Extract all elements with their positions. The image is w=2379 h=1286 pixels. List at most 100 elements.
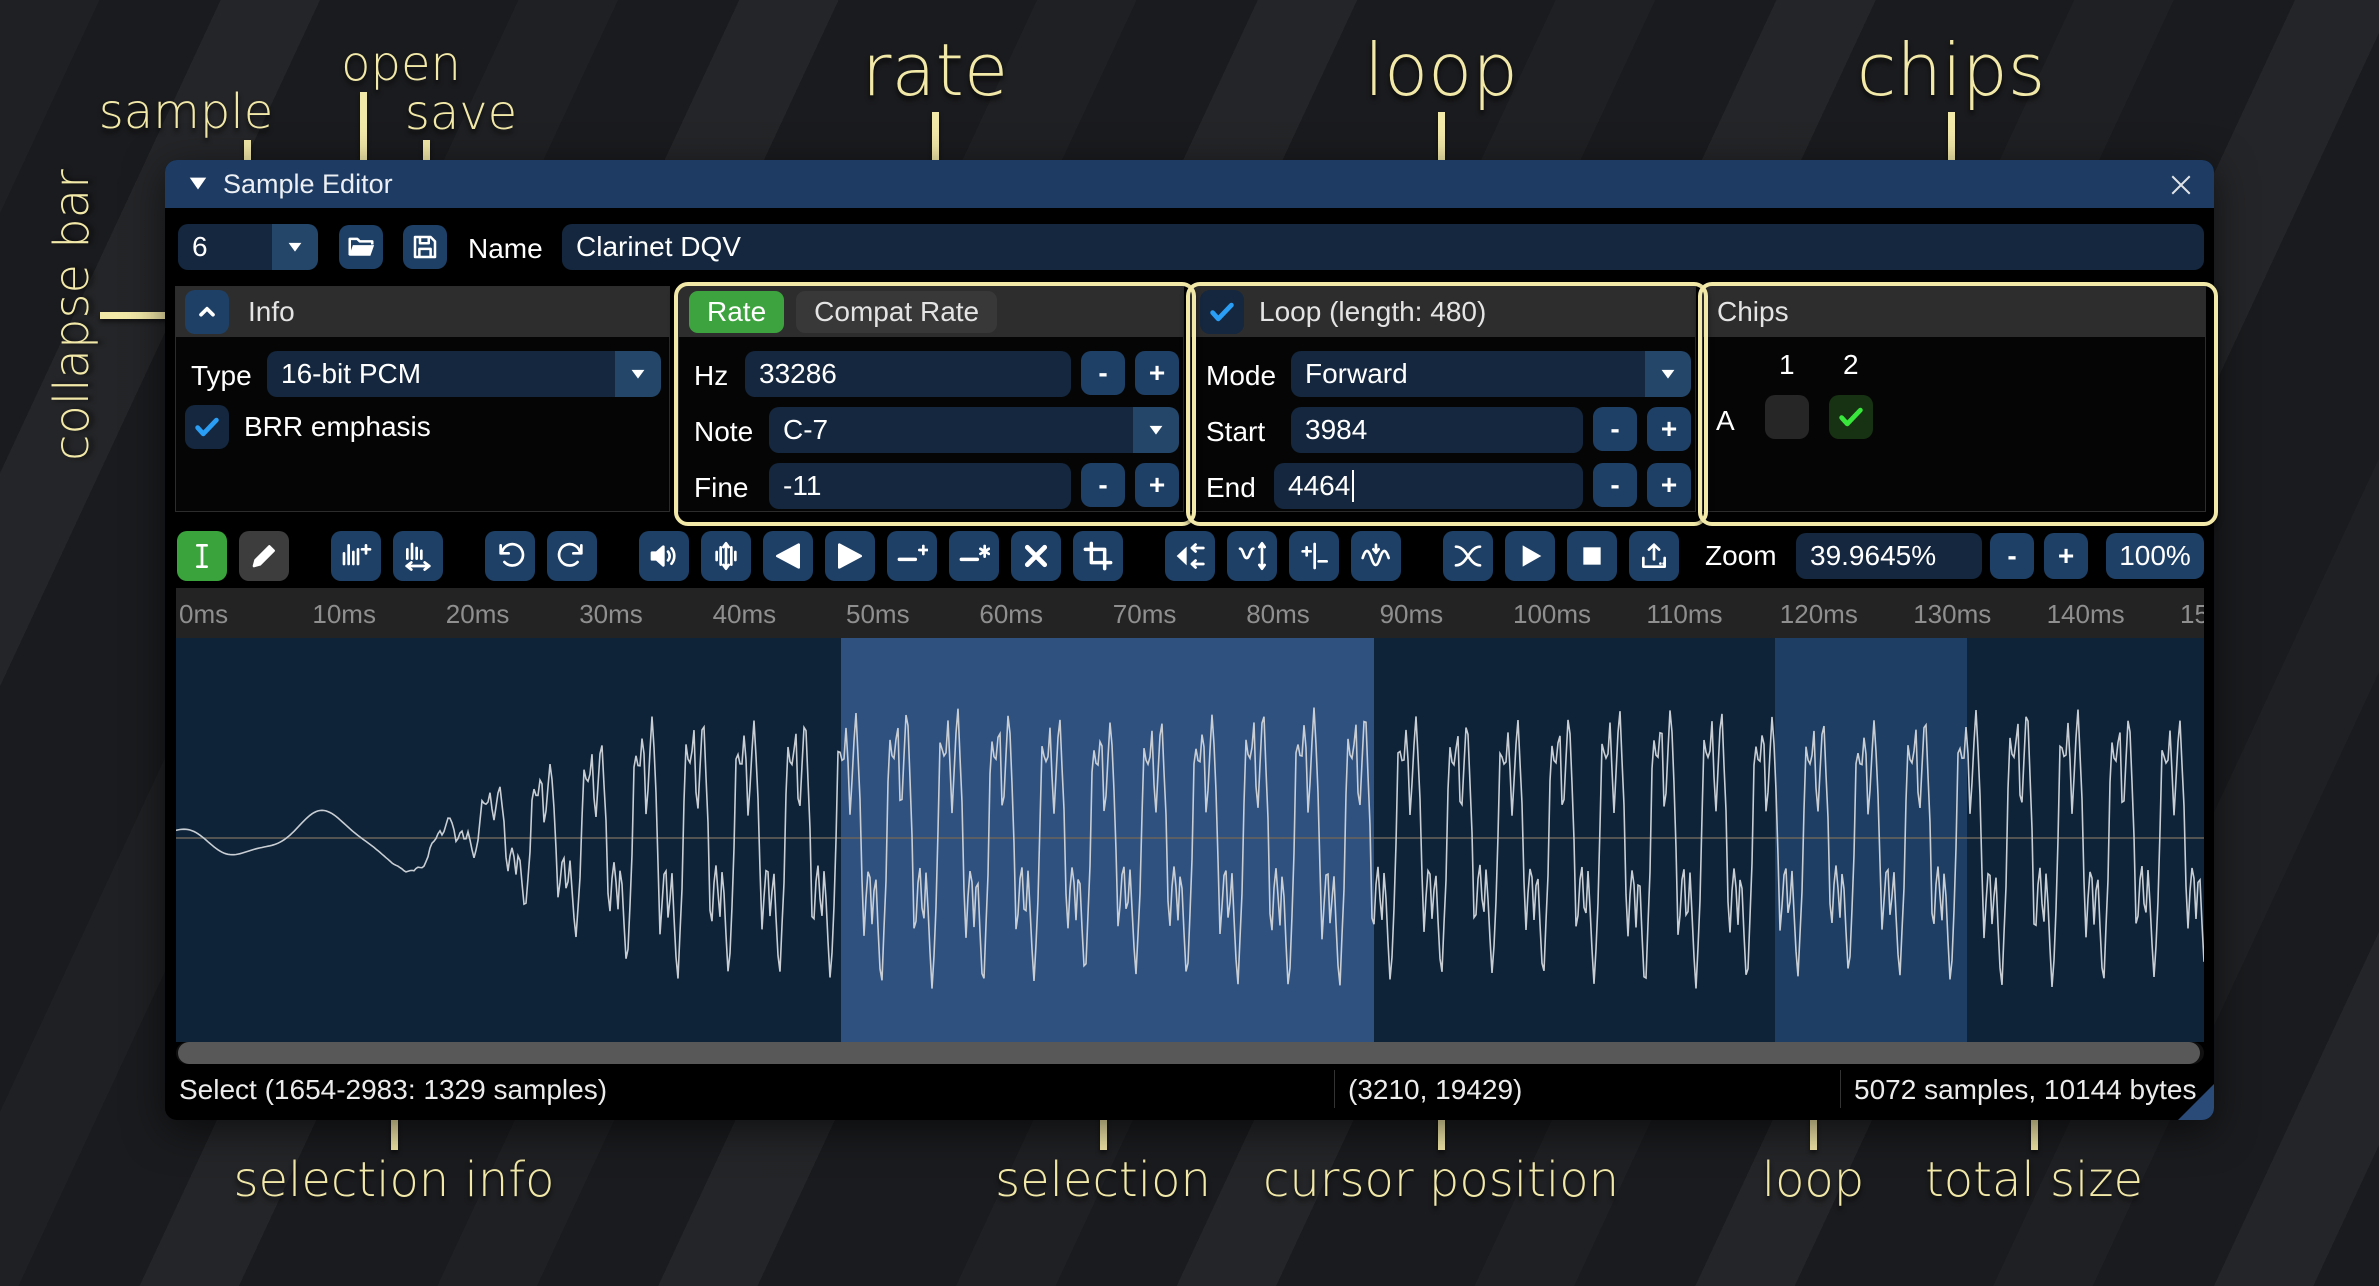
toolbar-apply-silence-button[interactable] [949,531,999,581]
chevron-down-icon[interactable] [1133,407,1179,453]
toolbar-fade-in-button[interactable] [763,531,813,581]
type-select[interactable]: 16-bit PCM [267,351,661,397]
loop-end-input[interactable]: 4464 [1274,463,1583,509]
toolbar-edit-mode-draw-button[interactable] [239,531,289,581]
tab-compat-rate[interactable]: Compat Rate [796,291,997,333]
toolbar-signed-unsigned-button[interactable] [1289,531,1339,581]
zoom-in-button[interactable]: + [2044,533,2088,579]
check-icon [1836,402,1866,432]
floppy-save-icon [410,232,440,262]
toolbar-invert-button[interactable] [1227,531,1277,581]
loop-start-input[interactable]: 3984 [1291,407,1583,453]
hz-label: Hz [694,360,728,392]
hz-input-value: 33286 [759,358,837,390]
timeline-ruler[interactable]: 0ms10ms20ms30ms40ms50ms60ms70ms80ms90ms1… [176,588,2204,638]
toolbar-amplify-button[interactable] [639,531,689,581]
timeline-label: 80ms [1246,599,1310,630]
toolbar-edit-mode-select-button[interactable] [177,531,227,581]
status-cursor-position: (3210, 19429) [1348,1068,1522,1112]
chip-a2-checkbox[interactable] [1829,395,1873,439]
waveform-canvas [176,638,2204,1042]
fine-input[interactable]: -11 [769,463,1071,509]
toolbar-delete-button[interactable] [1011,531,1061,581]
toolbar-crossfade-loop-button[interactable] [1443,531,1493,581]
window-resize-grip[interactable] [2178,1084,2214,1120]
zoom-reset-button[interactable]: 100% [2106,533,2204,579]
resample-icon [402,540,434,572]
sample-select[interactable]: 6 [178,224,318,270]
tab-rate[interactable]: Rate [689,291,784,333]
loop-enable-checkbox[interactable] [1200,290,1244,334]
edit-mode-draw-icon [248,540,280,572]
timeline-label: 60ms [979,599,1043,630]
save-sample-button[interactable] [403,225,447,269]
loop-start-minus-button[interactable]: - [1593,407,1637,451]
waveform-scrollbar[interactable] [176,1042,2204,1064]
titlebar[interactable]: Sample Editor [165,160,2214,208]
name-input[interactable]: Clarinet DQV [562,224,2204,270]
rate-panel-header: Rate Compat Rate [679,287,1183,337]
note-select[interactable]: C-7 [769,407,1179,453]
signed-unsigned-icon [1298,540,1330,572]
toolbar-fade-out-button[interactable] [825,531,875,581]
fade-out-icon [834,540,866,572]
annotation-selection-info: selection info [233,1152,554,1208]
toolbar-normalize-button[interactable] [701,531,751,581]
delete-icon [1020,540,1052,572]
reverse-icon [1174,540,1206,572]
toolbar-resize-button[interactable] [331,531,381,581]
toolbar-apply-filter-button[interactable] [1351,531,1401,581]
loop-mode-select[interactable]: Forward [1291,351,1691,397]
sample-editor-window: Sample Editor 6 [165,160,2214,1120]
scrollbar-thumb[interactable] [178,1042,2200,1064]
loop-end-minus-button[interactable]: - [1593,463,1637,507]
zoom-out-button[interactable]: - [1990,533,2034,579]
toolbar-undo-button[interactable] [485,531,535,581]
fine-input-value: -11 [783,470,821,502]
fine-plus-button[interactable]: + [1135,463,1179,507]
zoom-input[interactable]: 39.9645% [1796,533,1982,579]
timeline-label: 70ms [1113,599,1177,630]
loop-panel-title: Loop (length: 480) [1259,296,1486,328]
close-icon[interactable] [2164,168,2198,202]
chevron-down-icon[interactable] [1645,351,1691,397]
open-sample-button[interactable] [339,225,383,269]
annotation-cursor-position: cursor position [1263,1152,1619,1208]
chip-a1-checkbox[interactable] [1765,395,1809,439]
window-collapse-icon[interactable] [187,173,209,195]
timeline-label: 110ms [1646,599,1722,630]
check-icon [1207,297,1237,327]
toolbar-reverse-button[interactable] [1165,531,1215,581]
status-bar: Select (1654-2983: 1329 samples) (3210, … [165,1068,2214,1112]
timeline-label: 30ms [579,599,643,630]
chips-column-1: 1 [1779,349,1795,381]
toolbar-resample-button[interactable] [393,531,443,581]
toolbar-redo-button[interactable] [547,531,597,581]
annotation-total-size: total size [1925,1152,2143,1208]
toolbar-stop-preview-button[interactable] [1567,531,1617,581]
brr-emphasis-checkbox[interactable] [185,405,229,449]
annotation-line-selection-info [391,1116,398,1150]
toolbar-preview-button[interactable] [1505,531,1555,581]
collapse-bar-button[interactable] [185,290,229,334]
zoom-label: Zoom [1705,540,1777,572]
timeline-label: 150ms [2180,599,2204,630]
edit-mode-select-icon [186,540,218,572]
waveform-view[interactable] [176,638,2204,1042]
check-icon [192,412,222,442]
chevron-down-icon[interactable] [272,224,318,270]
loop-start-plus-button[interactable]: + [1647,407,1691,451]
chevron-down-icon[interactable] [615,351,661,397]
toolbar-trim-button[interactable] [1073,531,1123,581]
fine-minus-button[interactable]: - [1081,463,1125,507]
zoom-input-value: 39.9645% [1810,540,1936,572]
hz-minus-button[interactable]: - [1081,351,1125,395]
hz-plus-button[interactable]: + [1135,351,1179,395]
hz-input[interactable]: 33286 [745,351,1071,397]
toolbar-create-instrument-button[interactable] [1629,531,1679,581]
toolbar-insert-silence-button[interactable] [887,531,937,581]
loop-end-plus-button[interactable]: + [1647,463,1691,507]
chips-panel: Chips 1 2 A [1702,286,2206,512]
text-caret [1352,470,1354,502]
annotation-loop: loop [1364,28,1518,112]
